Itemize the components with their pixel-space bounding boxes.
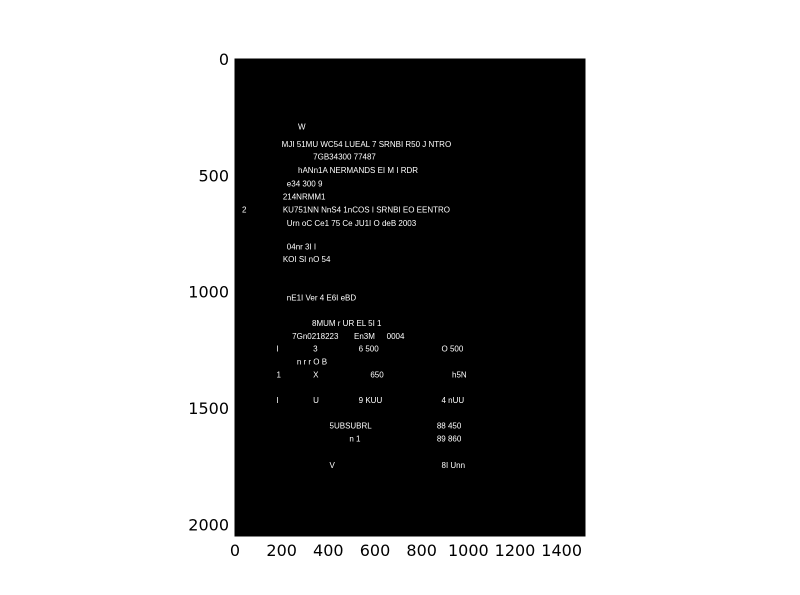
y-tick-label: 1500 bbox=[188, 399, 229, 418]
x-tick-label: 0 bbox=[230, 541, 240, 560]
image-text-line: 04nr 3I I bbox=[287, 242, 316, 251]
image-text-line: I bbox=[277, 396, 279, 405]
image-text-line: V bbox=[330, 461, 336, 470]
image-text-line: e34 300 9 bbox=[287, 179, 323, 188]
image-text-line: 8I Unn bbox=[442, 461, 466, 470]
image-text-line: 5UBSUBRL bbox=[330, 421, 373, 430]
y-tick-label: 1000 bbox=[188, 283, 229, 302]
image-text-line: 1 bbox=[277, 370, 282, 379]
image-text-line: 3 bbox=[313, 345, 318, 354]
image-text-line: 2 bbox=[242, 206, 247, 215]
image-text-line: n r r O B bbox=[297, 357, 327, 366]
x-tick-label: 200 bbox=[266, 541, 297, 560]
x-tick-label: 600 bbox=[360, 541, 391, 560]
image-text-line: 7GB34300 77487 bbox=[313, 153, 376, 162]
image-text-line: O 500 bbox=[442, 345, 464, 354]
image-text-line: h5N bbox=[452, 370, 467, 379]
x-tick-label: 1200 bbox=[495, 541, 536, 560]
y-tick-label: 500 bbox=[198, 166, 229, 185]
image-text-line: hANn1A NERMANDS EI M I RDR bbox=[298, 166, 418, 175]
x-tick-label: 800 bbox=[406, 541, 437, 560]
image-text-line: n 1 bbox=[349, 434, 361, 443]
image-text-line: 214NRMM1 bbox=[283, 192, 326, 201]
image-text-line: MJI 51MU WC54 LUEAL 7 SRNBI R50 J NTRO bbox=[282, 140, 452, 149]
image-text-line: U bbox=[313, 396, 319, 405]
image-text-line: 88 450 bbox=[437, 421, 462, 430]
image-text-line: 7Gn0218223 bbox=[292, 332, 339, 341]
image-text-line: W bbox=[298, 122, 306, 131]
y-tick-label: 2000 bbox=[188, 515, 229, 534]
image-text-line: 89 860 bbox=[437, 434, 462, 443]
y-tick-label: 0 bbox=[219, 50, 229, 69]
x-tick-label: 1000 bbox=[448, 541, 489, 560]
x-tick-label: 400 bbox=[313, 541, 344, 560]
image-text-line: KU751NN NnS4 1nCOS I SRNBI EO EENTRO bbox=[283, 206, 450, 215]
chart: W MJI 51MU WC54 LUEAL 7 SRNBI R50 J NTRO 7… bbox=[188, 50, 586, 560]
image-text-line: nE1I Ver 4 E6I eBD bbox=[287, 294, 357, 303]
image-text-line: En3M bbox=[354, 332, 375, 341]
image-text-line: X bbox=[313, 370, 319, 379]
image-text-line: 9 KUU bbox=[359, 396, 383, 405]
image-text-line: 4 nUU bbox=[442, 396, 465, 405]
image-text-line: 650 bbox=[370, 370, 384, 379]
image-text-line: KOI SI nO 54 bbox=[283, 255, 331, 264]
image-text-line: 0004 bbox=[387, 332, 405, 341]
image-text-line: I bbox=[277, 345, 279, 354]
image-text-line: 6 500 bbox=[359, 345, 380, 354]
image-text-line: Urn oC Ce1 75 Ce JU1I O deB 2003 bbox=[287, 219, 417, 228]
x-tick-label: 1400 bbox=[541, 541, 582, 560]
image-text-line: 8MUM r UR EL 5I 1 bbox=[312, 319, 382, 328]
